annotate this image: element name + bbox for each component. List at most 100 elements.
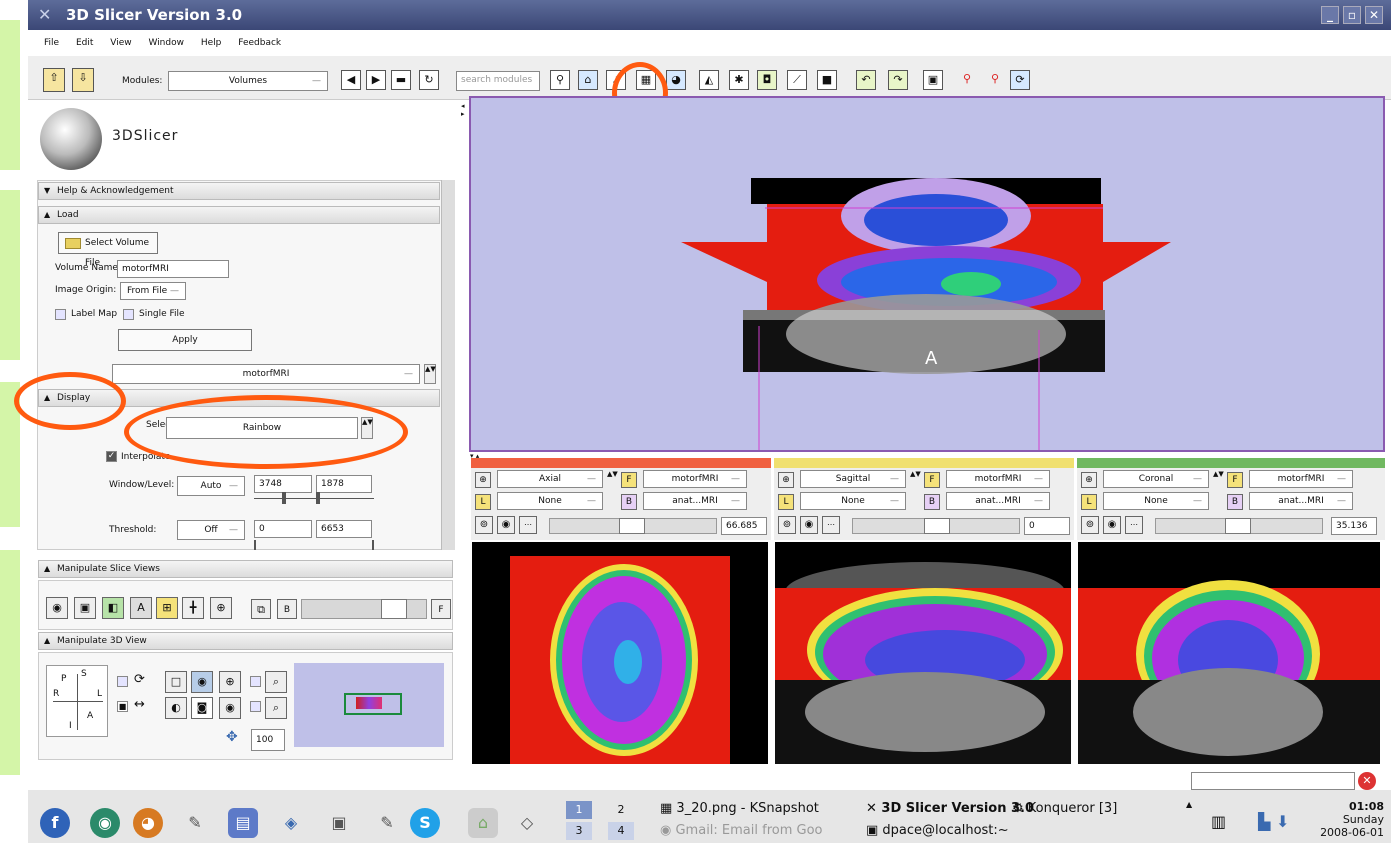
view-screenshot-icon[interactable]: ◙ [191,697,213,719]
window-input[interactable]: 3748 [254,475,312,493]
fg-layer-icon[interactable]: F [431,599,451,619]
sagittal-slice-view[interactable] [775,542,1071,764]
orientation-widget[interactable]: P S R L I A [46,665,108,737]
load-panel-header[interactable]: ▲ Load [38,206,440,224]
slice-pin-icon[interactable]: ⊕ [1081,472,1097,488]
pick-icon[interactable]: ⚲ [985,70,1005,90]
orientation-spinner[interactable]: ▲▼ [607,470,618,488]
stop-icon[interactable]: ✕ [1358,772,1376,790]
clipboard-icon[interactable]: ▥ [1211,812,1226,831]
link-icon[interactable]: ⊚ [475,516,493,534]
label-map-checkbox[interactable] [55,309,66,320]
orient-l[interactable]: L [97,689,102,699]
interpolate-checkbox[interactable]: ✓ [106,451,117,462]
axial-slice-bar[interactable] [471,458,771,468]
view-box-icon[interactable]: □ [165,671,187,693]
slice-annotation-icon[interactable]: A [130,597,152,619]
spin-checkbox[interactable] [117,676,128,687]
manipulate-3d-panel-header[interactable]: ▲ Manipulate 3D View [38,632,453,650]
coronal-label-select[interactable]: None [1103,492,1209,510]
axial-fg-select[interactable]: motorfMRI [643,470,747,488]
slice-grid-icon[interactable]: ⊕ [210,597,232,619]
place-fiducial-icon[interactable]: ⚲ [957,70,977,90]
zoom-in-icon[interactable]: ⌕ [265,671,287,693]
skype-icon[interactable]: S [410,808,440,838]
coronal-fg-select[interactable]: motorfMRI [1249,470,1353,488]
sagittal-slice-bar[interactable] [774,458,1074,468]
fade-slider[interactable] [301,599,427,619]
search-icon[interactable]: ⚲ [550,70,570,90]
view-stereo-icon[interactable]: ◉ [219,697,241,719]
sagittal-fg-select[interactable]: motorfMRI [946,470,1050,488]
menu-file[interactable]: File [28,30,66,56]
bg-layer-icon[interactable]: B [621,494,637,510]
select-volume-file-button[interactable]: Select Volume File [58,232,158,268]
restore-button[interactable]: ▫ [1343,6,1361,24]
coronal-orientation-select[interactable]: Coronal [1103,470,1209,488]
rock-icon[interactable]: ↔ [134,697,145,712]
threshold-slider[interactable] [254,540,374,550]
home-folder-icon[interactable]: ⌂ [468,808,498,838]
menu-window[interactable]: Window [141,30,191,56]
fade-slider-handle[interactable] [381,599,407,619]
axial-bg-select[interactable]: anat...MRI [643,492,747,510]
desktop-2[interactable]: 2 [608,801,634,819]
sagittal-bg-select[interactable]: anat...MRI [946,492,1050,510]
label-layer-icon[interactable]: L [475,494,491,510]
slice-link-icon[interactable]: ◧ [102,597,124,619]
visibility-eye-icon[interactable]: ◉ [497,516,515,534]
orient-p[interactable]: P [61,674,66,684]
layout-icon[interactable]: ▣ [923,70,943,90]
task-gmail[interactable]: ◉ Gmail: Email from Goo [660,823,823,838]
task-terminal[interactable]: ▣ dpace@localhost:~ [866,823,1009,838]
clock[interactable]: 01:08 Sunday 2008-06-01 [1318,800,1384,839]
volume-name-input[interactable]: motorfMRI [117,260,229,278]
module-panel-scrollbar[interactable] [441,180,455,550]
undo-icon[interactable]: ↶ [856,70,876,90]
orient-a[interactable]: A [87,711,93,721]
window-level-slider[interactable] [254,498,374,499]
slice-menu-icon[interactable]: ⋯ [519,516,537,534]
bg-layer-icon[interactable]: B [924,494,940,510]
task-konqueror[interactable]: ⚙ Konqueror [3] [1012,801,1117,816]
fedora-menu-icon[interactable]: f [40,808,70,838]
coronal-offset-input[interactable]: 35.136 [1331,517,1377,535]
orient-r[interactable]: R [53,689,59,699]
slice-menu-icon[interactable]: ⋯ [822,516,840,534]
threshold-low-input[interactable]: 0 [254,520,312,538]
coronal-bg-select[interactable]: anat...MRI [1249,492,1353,510]
save-scene-icon[interactable]: ⇩ [72,68,94,92]
desktop-4[interactable]: 4 [608,822,634,840]
network-status-icon[interactable]: ▙ [1258,812,1270,831]
link-icon[interactable]: ⊚ [778,516,796,534]
measure-icon[interactable]: ⟋ [787,70,807,90]
view-option-checkbox[interactable] [250,701,261,712]
view-axes-icon[interactable]: ◉ [191,671,213,693]
orientation-spinner[interactable]: ▲▼ [1213,470,1224,488]
visibility-eye-icon[interactable]: ◉ [1103,516,1121,534]
editor-app-icon[interactable]: ▤ [228,808,258,838]
home-icon[interactable]: ⌂ [578,70,598,90]
window-level-slider-handle[interactable] [282,492,286,504]
notes-icon[interactable]: ✎ [372,808,402,838]
sagittal-offset-handle[interactable] [924,518,950,534]
modules-select[interactable]: Volumes [168,71,328,91]
view-option-checkbox[interactable] [250,676,261,687]
minimize-button[interactable]: _ [1321,6,1339,24]
orientation-spinner[interactable]: ▲▼ [910,470,921,488]
apply-button[interactable]: Apply [118,329,252,351]
eraser-icon[interactable]: ◇ [512,808,542,838]
orient-s[interactable]: S [81,669,87,679]
window-level-slider-handle[interactable] [316,492,320,504]
axial-slice-view[interactable] [472,542,768,764]
network-icon[interactable]: ◈ [276,808,306,838]
redo-icon[interactable]: ↷ [888,70,908,90]
web-browser-icon[interactable]: ◉ [90,808,120,838]
sagittal-label-select[interactable]: None [800,492,906,510]
view-center-icon[interactable]: ⊕ [219,671,241,693]
level-input[interactable]: 1878 [316,475,372,493]
axial-orientation-select[interactable]: Axial [497,470,603,488]
bg-layer-icon[interactable]: B [1227,494,1243,510]
desktop-1[interactable]: 1 [566,801,592,819]
threshold-mode-select[interactable]: Off [177,520,245,540]
